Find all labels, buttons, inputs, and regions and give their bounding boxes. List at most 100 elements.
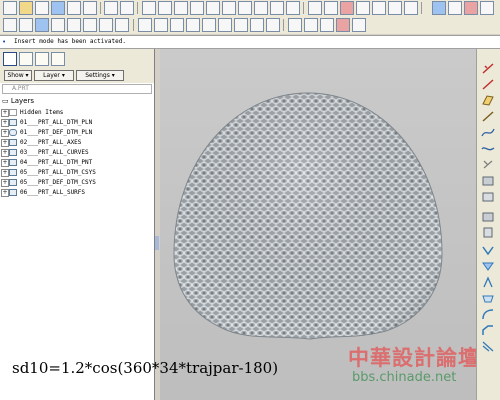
hidden-items-icon [9,109,17,116]
binoculars-icon[interactable] [266,18,280,32]
extrude-icon[interactable] [481,174,495,187]
analysis-feature-icon[interactable] [481,158,495,171]
rib-icon[interactable] [481,276,495,289]
expand-icon[interactable]: + [1,179,9,187]
copy-icon[interactable] [120,1,134,15]
show-dropdown[interactable]: Show ▾ [4,70,32,81]
paste-special-icon[interactable] [218,18,232,32]
toolbar-separator [283,19,284,31]
revolve-icon[interactable] [481,190,495,203]
layer-row[interactable]: + 01___PRT_DEF_DTM_PLN [0,128,154,138]
layer-dropdown[interactable]: Layer ▾ [34,70,74,81]
help-icon[interactable] [432,1,446,15]
new-file-icon[interactable] [3,1,17,15]
tab-history-icon[interactable] [51,52,65,66]
redo-icon[interactable] [186,18,200,32]
open-folder-icon[interactable] [19,1,33,15]
point-tool-icon[interactable] [356,1,370,15]
analysis-icon[interactable] [320,18,334,32]
blend-icon[interactable] [481,226,495,239]
measure-icon[interactable] [304,18,318,32]
expand-icon[interactable]: + [1,159,9,167]
layer-row[interactable]: + 02___PRT_ALL_AXES [0,138,154,148]
tab-folder-browser-icon[interactable] [19,52,33,66]
print-icon[interactable] [67,1,81,15]
chamfer-icon[interactable] [481,324,495,337]
hole-icon[interactable] [481,244,495,257]
tab-model-tree-icon[interactable] [3,52,17,66]
shell-icon[interactable] [481,260,495,273]
undo-icon[interactable] [170,18,184,32]
render-icon[interactable] [352,18,366,32]
watermark-title: 中華設計論壇 [348,346,480,370]
no-hidden-icon[interactable] [190,1,204,15]
saved-views-icon[interactable] [115,18,129,32]
sketch-tool-icon[interactable] [481,110,495,123]
sweep-icon[interactable] [481,210,495,223]
shaded-display-icon[interactable] [142,1,156,15]
delete-icon[interactable] [234,18,248,32]
panel-collapse-handle[interactable] [155,236,159,250]
layer-row[interactable]: + 01___PRT_ALL_DTM_PLN [0,118,154,128]
layer-row[interactable]: + 06___PRT_ALL_SURFS [0,188,154,198]
coordinate-system-icon[interactable] [481,142,495,155]
layer-row[interactable]: + 05___PRT_DEF_DTM_CSYS [0,178,154,188]
zoom-in-icon[interactable] [67,18,81,32]
cut-icon[interactable] [104,1,118,15]
orient-icon[interactable] [35,18,49,32]
layer-row[interactable]: + 05___PRT_ALL_DTM_CSYS [0,168,154,178]
annotation-icon[interactable] [270,1,284,15]
layer-row[interactable]: + 03___PRT_ALL_CURVES [0,148,154,158]
expand-icon[interactable]: + [1,149,9,157]
coordinate-systems-icon[interactable] [254,1,268,15]
round-icon[interactable] [481,308,495,321]
sketch-icon[interactable] [448,1,462,15]
color-icon[interactable] [336,18,350,32]
datum-planes-icon[interactable] [206,1,220,15]
wireframe-display-icon[interactable] [158,1,172,15]
expand-icon[interactable]: + [1,119,9,127]
plane-tool-icon[interactable] [388,1,402,15]
model-tree-icon[interactable] [154,18,168,32]
tab-favorites-icon[interactable] [35,52,49,66]
mail-icon[interactable] [83,1,97,15]
datum-axes-icon[interactable] [222,1,236,15]
datum-point-icon[interactable] [481,62,495,75]
copy-object-icon[interactable] [250,18,264,32]
hidden-line-icon[interactable] [174,1,188,15]
select-icon[interactable] [3,18,17,32]
feature-info-icon[interactable] [480,1,494,15]
expand-icon[interactable]: + [1,129,9,137]
settings-dropdown[interactable]: Settings ▾ [76,70,124,81]
spin-center-icon[interactable] [286,1,300,15]
datum-axis-icon[interactable] [481,78,495,91]
repaint-icon[interactable] [19,18,33,32]
layer-label: 04___PRT_ALL_DTM_PNT [20,159,93,166]
datum-points-icon[interactable] [238,1,252,15]
layers-icon[interactable] [138,18,152,32]
expand-icon[interactable]: + [1,139,9,147]
axis-tool-icon[interactable] [372,1,386,15]
paste-icon[interactable] [202,18,216,32]
selection-filter-icon[interactable] [288,18,302,32]
expand-icon[interactable]: + [1,109,9,117]
expand-icon[interactable]: + [1,169,9,177]
draft-icon[interactable] [481,292,495,305]
curve-tool-icon[interactable] [404,1,418,15]
toolbar-separator [303,2,304,14]
layer-row[interactable]: + Hidden Items [0,108,154,118]
layer-row[interactable]: + 04___PRT_ALL_DTM_PNT [0,158,154,168]
datum-plane-icon[interactable] [481,94,495,107]
sketcher-icon[interactable] [308,1,322,15]
regenerate-icon[interactable] [340,1,354,15]
save-icon[interactable] [51,1,65,15]
refit-icon[interactable] [51,18,65,32]
expand-icon[interactable]: + [1,189,9,197]
zoom-out-icon[interactable] [83,18,97,32]
appearance-icon[interactable] [464,1,478,15]
pattern-icon[interactable] [481,340,495,353]
select-filter-icon[interactable] [324,1,338,15]
view-manager-icon[interactable] [99,18,113,32]
open-file-icon[interactable] [35,1,49,15]
datum-curve-icon[interactable] [481,126,495,139]
